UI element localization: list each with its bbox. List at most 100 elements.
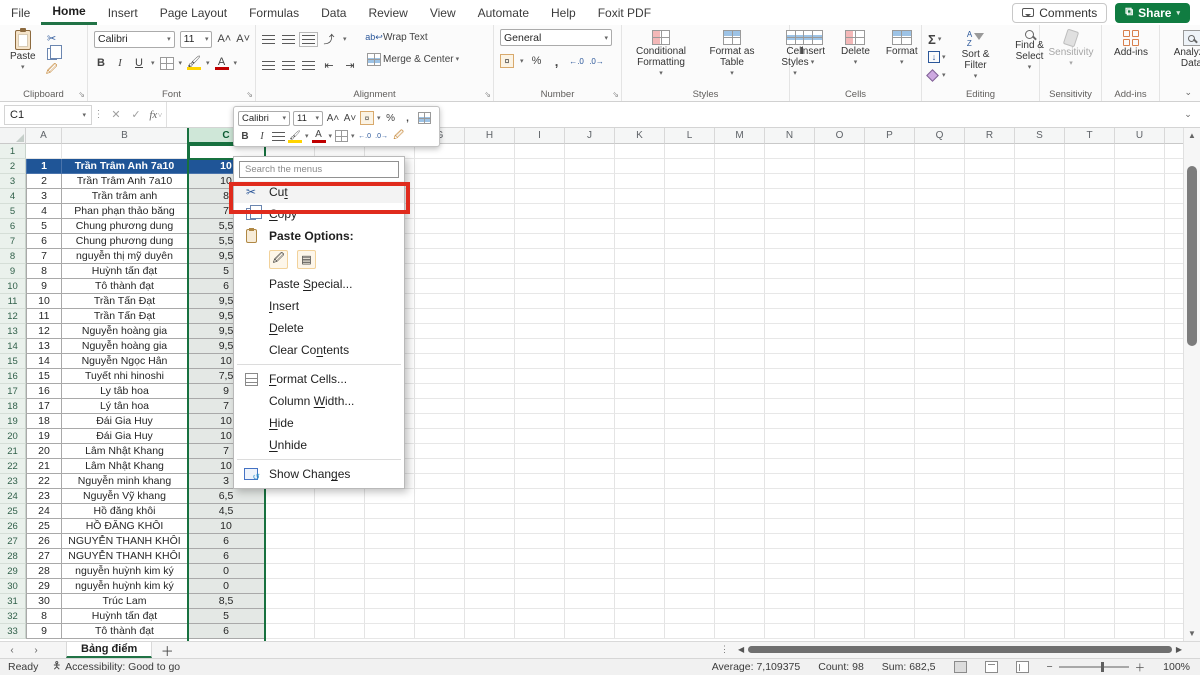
cell-c25[interactable]: 4,5 bbox=[188, 504, 265, 519]
row-header-16[interactable]: 16 bbox=[0, 369, 26, 384]
column-header-i[interactable]: I bbox=[515, 128, 565, 144]
empty-cells[interactable] bbox=[265, 489, 1183, 504]
decrease-decimal-icon[interactable]: .0→ bbox=[375, 129, 389, 143]
column-header-j[interactable]: J bbox=[565, 128, 615, 144]
cell-a32[interactable]: 8 bbox=[26, 609, 62, 624]
decrease-indent-icon[interactable]: ⇤ bbox=[322, 58, 336, 72]
cell-c28[interactable]: 6 bbox=[188, 549, 265, 564]
row-header-21[interactable]: 21 bbox=[0, 444, 26, 459]
row-header-9[interactable]: 9 bbox=[0, 264, 26, 279]
format-painter-icon[interactable]: 🖉 bbox=[392, 129, 406, 143]
column-header-k[interactable]: K bbox=[615, 128, 665, 144]
empty-cells[interactable] bbox=[265, 594, 1183, 609]
cell-a2[interactable]: 1 bbox=[26, 159, 62, 174]
column-header-r[interactable]: R bbox=[965, 128, 1015, 144]
comma-style-icon[interactable]: , bbox=[550, 54, 564, 68]
row-header-26[interactable]: 26 bbox=[0, 519, 26, 534]
cell-a21[interactable]: 20 bbox=[26, 444, 62, 459]
increase-decimal-icon[interactable]: ←.0 bbox=[570, 54, 584, 68]
enter-icon[interactable]: ✓ bbox=[126, 108, 146, 121]
cell-b29[interactable]: nguyễn huỳnh kim ký bbox=[62, 564, 188, 579]
column-header-a[interactable]: A bbox=[26, 128, 62, 144]
cancel-icon[interactable]: ✕ bbox=[106, 108, 126, 121]
clear-button[interactable]: ▾ bbox=[928, 67, 946, 83]
sort-filter-button[interactable]: AZ Sort & Filter▾ bbox=[952, 29, 1000, 81]
cell-a16[interactable]: 15 bbox=[26, 369, 62, 384]
merge-center-icon[interactable] bbox=[418, 112, 431, 124]
horizontal-scroll-thumb[interactable] bbox=[748, 646, 1172, 653]
tab-automate[interactable]: Automate bbox=[467, 0, 540, 25]
tab-file[interactable]: File bbox=[0, 0, 41, 25]
column-header-v[interactable]: V bbox=[1165, 128, 1183, 144]
row-header-19[interactable]: 19 bbox=[0, 414, 26, 429]
insert-function-icon[interactable]: fx˅ bbox=[146, 109, 166, 121]
cell-a24[interactable]: 23 bbox=[26, 489, 62, 504]
menu-item-insert[interactable]: Insert bbox=[234, 295, 404, 317]
expand-formula-bar-icon[interactable]: ⌄ bbox=[1176, 109, 1200, 120]
row-header-20[interactable]: 20 bbox=[0, 429, 26, 444]
cell-a13[interactable]: 12 bbox=[26, 324, 62, 339]
percent-style-icon[interactable]: % bbox=[530, 54, 544, 68]
insert-cells-button[interactable]: Insert▾ bbox=[796, 29, 829, 67]
collapse-ribbon-icon[interactable]: ⌄ bbox=[1184, 87, 1192, 98]
cell-a28[interactable]: 27 bbox=[26, 549, 62, 564]
align-left-icon[interactable] bbox=[262, 61, 275, 70]
cell-a29[interactable]: 28 bbox=[26, 564, 62, 579]
column-header-p[interactable]: P bbox=[865, 128, 915, 144]
cell-b20[interactable]: Đái Gia Huy bbox=[62, 429, 188, 444]
cell-b17[interactable]: Ly tâb hoa bbox=[62, 384, 188, 399]
accessibility-status[interactable]: 🯅 Accessibility: Good to go bbox=[52, 659, 180, 676]
font-name-select[interactable]: Calibri▾ bbox=[94, 31, 175, 48]
sheet-next-icon[interactable]: › bbox=[24, 642, 48, 658]
empty-cells[interactable] bbox=[265, 624, 1183, 639]
tab-data[interactable]: Data bbox=[310, 0, 357, 25]
cell-a8[interactable]: 7 bbox=[26, 249, 62, 264]
cell-c33[interactable]: 6 bbox=[188, 624, 265, 639]
cell-b8[interactable]: nguyễn thị mỹ duyên bbox=[62, 249, 188, 264]
underline-button[interactable]: U bbox=[132, 56, 146, 70]
scroll-up-icon[interactable]: ▲ bbox=[1184, 131, 1200, 140]
tab-formulas[interactable]: Formulas bbox=[238, 0, 310, 25]
row-header-22[interactable]: 22 bbox=[0, 459, 26, 474]
column-header-q[interactable]: Q bbox=[915, 128, 965, 144]
cell-c27[interactable]: 6 bbox=[188, 534, 265, 549]
cell-a22[interactable]: 21 bbox=[26, 459, 62, 474]
bold-button[interactable]: B bbox=[238, 129, 252, 143]
fill-color-button[interactable]: 🖌 bbox=[288, 129, 302, 143]
tab-page-layout[interactable]: Page Layout bbox=[149, 0, 238, 25]
menu-item-delete[interactable]: Delete bbox=[234, 317, 404, 339]
row-header-29[interactable]: 29 bbox=[0, 564, 26, 579]
cell-b6[interactable]: Chung phương dung bbox=[62, 219, 188, 234]
borders-button[interactable] bbox=[335, 130, 348, 142]
bold-button[interactable]: B bbox=[94, 56, 108, 70]
cell-a7[interactable]: 6 bbox=[26, 234, 62, 249]
empty-cells[interactable] bbox=[265, 534, 1183, 549]
row-header-15[interactable]: 15 bbox=[0, 354, 26, 369]
paste-keep-formatting-icon[interactable]: 🖉 bbox=[269, 250, 288, 269]
decrease-font-icon[interactable]: A˅ bbox=[236, 32, 250, 46]
cell-b3[interactable]: Trần Trâm Anh 7a10 bbox=[62, 174, 188, 189]
column-header-s[interactable]: S bbox=[1015, 128, 1065, 144]
tab-foxit-pdf[interactable]: Foxit PDF bbox=[587, 0, 662, 25]
accounting-format-icon[interactable]: ¤ bbox=[360, 111, 374, 125]
increase-font-icon[interactable]: A˄ bbox=[217, 32, 231, 46]
align-center-icon[interactable] bbox=[282, 61, 295, 70]
empty-cells[interactable] bbox=[265, 504, 1183, 519]
row-header-23[interactable]: 23 bbox=[0, 474, 26, 489]
column-header-l[interactable]: L bbox=[665, 128, 715, 144]
number-format-select[interactable]: General▾ bbox=[500, 29, 612, 46]
cell-a9[interactable]: 8 bbox=[26, 264, 62, 279]
row-header-7[interactable]: 7 bbox=[0, 234, 26, 249]
cell-c29[interactable]: 0 bbox=[188, 564, 265, 579]
column-header-n[interactable]: N bbox=[765, 128, 815, 144]
align-right-icon[interactable] bbox=[302, 61, 315, 70]
accounting-format-icon[interactable]: ¤ bbox=[500, 54, 514, 68]
cell-c30[interactable]: 0 bbox=[188, 579, 265, 594]
sheet-prev-icon[interactable]: ‹ bbox=[0, 642, 24, 658]
menu-item-paste-options[interactable]: Paste Options: bbox=[234, 225, 404, 247]
cell-b2[interactable]: Trần Trâm Anh 7a10 bbox=[62, 159, 188, 174]
cell-a10[interactable]: 9 bbox=[26, 279, 62, 294]
increase-indent-icon[interactable]: ⇥ bbox=[343, 58, 357, 72]
menu-item-paste-special[interactable]: Paste Special... bbox=[234, 273, 404, 295]
row-header-17[interactable]: 17 bbox=[0, 384, 26, 399]
